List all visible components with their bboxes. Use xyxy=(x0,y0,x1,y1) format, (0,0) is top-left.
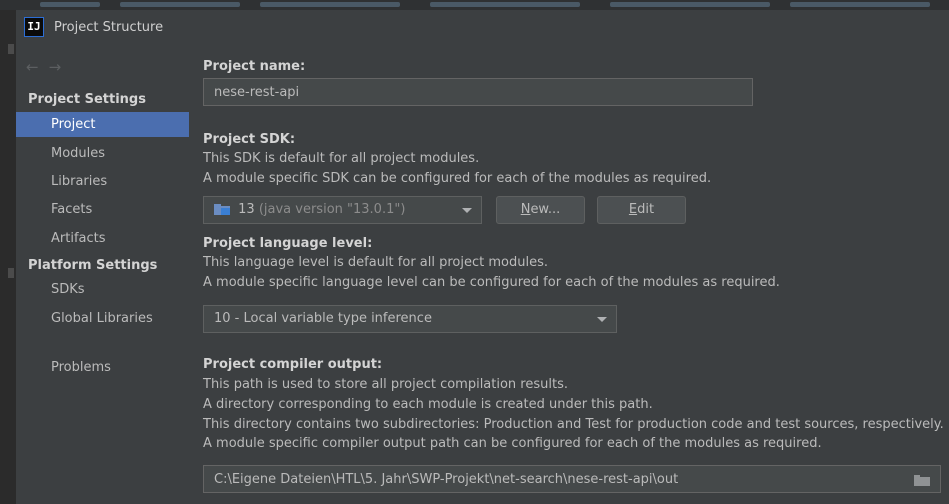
output-description-line2: A directory corresponding to each module… xyxy=(203,397,653,412)
edit-button-mnemonic: E xyxy=(628,202,638,217)
sidebar-item-sdks[interactable]: SDKs xyxy=(16,277,189,302)
sdk-select[interactable]: 13 (java version "13.0.1") xyxy=(203,196,482,224)
compiler-output-path-input[interactable]: C:\Eigene Dateien\HTL\5. Jahr\SWP-Projek… xyxy=(203,465,941,493)
sdk-description-line2: A module specific SDK can be configured … xyxy=(203,171,712,186)
navigation-arrows: ←→ xyxy=(26,58,71,76)
new-button-label: ew... xyxy=(530,202,561,217)
project-settings-header: Project Settings xyxy=(28,92,146,107)
jdk-folder-icon xyxy=(214,204,230,215)
sidebar-item-global-libraries[interactable]: Global Libraries xyxy=(16,306,189,331)
background-mark xyxy=(8,268,14,278)
sidebar-item-project[interactable]: Project xyxy=(16,112,189,137)
background-tab xyxy=(610,2,770,7)
language-description-line1: This language level is default for all p… xyxy=(203,255,548,270)
sidebar-item-libraries[interactable]: Libraries xyxy=(16,169,189,194)
sdk-version: 13 xyxy=(238,202,255,217)
sdk-description-line1: This SDK is default for all project modu… xyxy=(203,151,480,166)
project-settings-panel: Project name: nese-rest-api Project SDK:… xyxy=(190,44,949,504)
sidebar-item-modules[interactable]: Modules xyxy=(16,141,189,166)
language-description-line2: A module specific language level can be … xyxy=(203,275,780,290)
settings-sidebar: ←→ Project Settings Project Modules Libr… xyxy=(16,44,189,504)
chevron-down-icon xyxy=(597,317,607,322)
background-tab xyxy=(260,2,400,7)
edit-sdk-button[interactable]: Edit xyxy=(597,196,686,224)
background-window-edge xyxy=(0,10,16,504)
language-level-value: 10 - Local variable type inference xyxy=(214,311,432,326)
background-tab xyxy=(120,2,240,7)
output-description-line3: This directory contains two subdirectori… xyxy=(203,417,944,432)
new-sdk-button[interactable]: New... xyxy=(496,196,585,224)
sidebar-item-facets[interactable]: Facets xyxy=(16,197,189,222)
background-tab xyxy=(430,2,580,7)
intellij-logo-icon: IJ xyxy=(24,17,44,37)
compiler-output-path: C:\Eigene Dateien\HTL\5. Jahr\SWP-Projek… xyxy=(214,472,679,487)
dialog-title-bar[interactable]: IJ Project Structure xyxy=(16,10,949,44)
output-description-line1: This path is used to store all project c… xyxy=(203,377,568,392)
background-mark xyxy=(8,44,14,54)
background-tab xyxy=(790,2,930,7)
project-sdk-label: Project SDK: xyxy=(203,132,296,147)
output-description-line4: A module specific compiler output path c… xyxy=(203,436,822,451)
chevron-down-icon xyxy=(462,208,472,213)
background-window-strip xyxy=(0,0,949,10)
sdk-version-detail: (java version "13.0.1") xyxy=(258,202,406,217)
language-level-select[interactable]: 10 - Local variable type inference xyxy=(203,305,617,333)
project-name-label: Project name: xyxy=(203,59,306,74)
project-name-input[interactable]: nese-rest-api xyxy=(203,78,753,106)
background-tab xyxy=(40,2,100,7)
browse-folder-icon[interactable] xyxy=(914,475,930,486)
platform-settings-header: Platform Settings xyxy=(28,258,158,273)
language-level-label: Project language level: xyxy=(203,236,373,251)
back-arrow-icon[interactable]: ← xyxy=(26,58,49,76)
forward-arrow-icon[interactable]: → xyxy=(49,58,72,76)
sidebar-item-problems[interactable]: Problems xyxy=(16,355,189,380)
sidebar-item-artifacts[interactable]: Artifacts xyxy=(16,226,189,251)
edit-button-label: dit xyxy=(637,202,655,217)
new-button-mnemonic: N xyxy=(520,202,531,217)
dialog-title: Project Structure xyxy=(54,19,164,35)
compiler-output-label: Project compiler output: xyxy=(203,357,383,372)
